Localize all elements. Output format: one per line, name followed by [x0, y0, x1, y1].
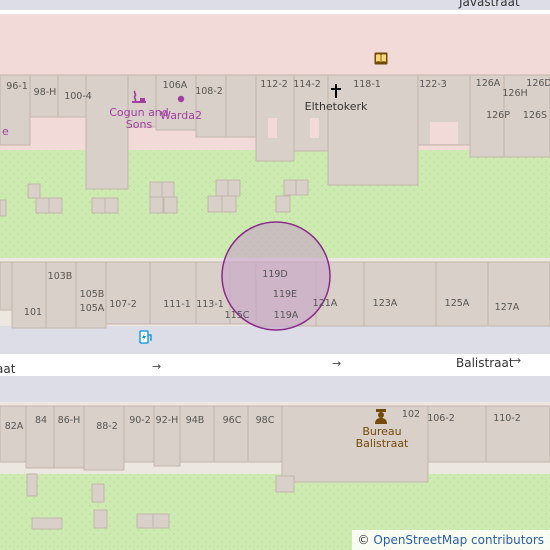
house-number: 100-4	[64, 91, 92, 102]
house-number: 121A	[312, 298, 338, 309]
house-number: 108-2	[195, 86, 223, 97]
copyright-symbol: ©	[357, 533, 370, 547]
oneway-arrow-2: →	[332, 357, 342, 370]
street-label-balistraat-west: aat	[0, 362, 16, 376]
house-number: 101	[23, 307, 43, 318]
oneway-arrow-3: →	[512, 354, 522, 367]
house-number: 102	[401, 409, 421, 420]
house-number: 84	[34, 415, 48, 426]
street-label-balistraat: Balistraat	[456, 356, 514, 370]
poi-label-warda[interactable]: Warda2	[160, 110, 202, 122]
poi-label-church[interactable]: Elthetokerk	[305, 101, 368, 113]
house-number: 82A	[4, 421, 24, 432]
house-number: 107-2	[109, 299, 137, 310]
poi-label-bureau[interactable]: Bureau Balistraat	[347, 426, 417, 450]
house-number: 114-2	[293, 79, 321, 90]
house-number: 122-3	[419, 79, 447, 90]
house-number: 126S	[522, 110, 548, 121]
house-number: 126H	[502, 88, 528, 99]
house-number: 105B	[79, 289, 105, 300]
house-number: 106A	[162, 80, 188, 91]
house-number: 94B	[185, 415, 205, 426]
house-number: 126A	[475, 78, 501, 89]
poi-label-left-fragment: e	[2, 125, 9, 138]
street-label-javastraat: Javastraat	[459, 0, 520, 9]
house-number: 98-H	[33, 87, 57, 98]
house-number: 90-2	[129, 415, 151, 426]
house-number: 127A	[494, 302, 520, 313]
house-number: 92-H	[155, 415, 179, 426]
house-number: 98C	[255, 415, 275, 426]
house-number: 112-2	[260, 79, 288, 90]
house-number: 126D	[526, 78, 550, 89]
house-number: 96-1	[6, 81, 28, 92]
house-number: 125A	[444, 298, 470, 309]
house-number: 103B	[47, 271, 73, 282]
house-number: 115C	[224, 310, 250, 321]
house-number: 119A	[273, 310, 299, 321]
house-number: 86-H	[57, 415, 81, 426]
attribution-link[interactable]: OpenStreetMap contributors	[373, 533, 544, 547]
house-number: 123A	[372, 298, 398, 309]
house-number: 105A	[79, 303, 105, 314]
house-number: 111-1	[163, 299, 191, 310]
house-number: 96C	[222, 415, 242, 426]
map-canvas[interactable]: Javastraat aat Balistraat → → → 96-1 98-…	[0, 0, 550, 550]
house-number: 119E	[272, 289, 298, 300]
map-attribution: © OpenStreetMap contributors	[351, 530, 550, 550]
oneway-arrow-1: →	[152, 360, 162, 373]
house-number: 126P	[486, 110, 510, 121]
house-number: 106-2	[427, 413, 455, 424]
house-number: 110-2	[493, 413, 521, 424]
house-number: 119D	[262, 269, 288, 280]
house-number: 88-2	[96, 421, 118, 432]
house-number: 118-1	[353, 79, 381, 90]
house-number: 113-1	[196, 299, 224, 310]
